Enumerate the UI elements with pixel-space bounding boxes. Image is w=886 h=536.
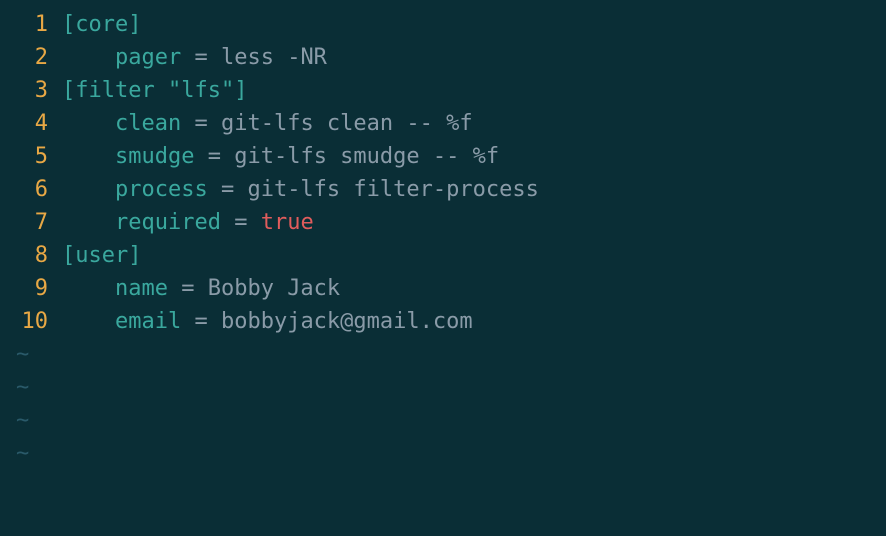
token-section-bracket: [core] (62, 12, 141, 37)
empty-line-tilde: ~ (4, 338, 882, 371)
token-value (62, 45, 115, 70)
tilde-icon: ~ (4, 371, 29, 404)
token-key: email (115, 309, 181, 334)
token-key: pager (115, 45, 181, 70)
line-number: 1 (4, 8, 62, 41)
line-content[interactable]: name = Bobby Jack (62, 272, 340, 305)
code-line[interactable]: 8[user] (4, 239, 882, 272)
token-value: git-lfs clean -- %f (221, 111, 473, 136)
token-section-bracket: [filter (62, 78, 168, 103)
token-equals: = (181, 45, 221, 70)
code-line[interactable]: 6 process = git-lfs filter-process (4, 173, 882, 206)
line-content[interactable]: required = true (62, 206, 314, 239)
token-bool-true: true (261, 210, 314, 235)
line-number: 10 (4, 305, 62, 338)
line-number: 2 (4, 41, 62, 74)
tilde-icon: ~ (4, 437, 29, 470)
token-value: Bobby Jack (208, 276, 340, 301)
code-line[interactable]: 10 email = bobbyjack@gmail.com (4, 305, 882, 338)
line-number: 6 (4, 173, 62, 206)
line-number: 8 (4, 239, 62, 272)
line-content[interactable]: smudge = git-lfs smudge -- %f (62, 140, 499, 173)
token-equals: = (168, 276, 208, 301)
token-equals: = (208, 177, 248, 202)
token-value: bobbyjack@gmail.com (221, 309, 473, 334)
token-section-bracket: [user] (62, 243, 141, 268)
empty-line-tilde: ~ (4, 437, 882, 470)
code-line[interactable]: 7 required = true (4, 206, 882, 239)
line-content[interactable]: email = bobbyjack@gmail.com (62, 305, 473, 338)
token-equals: = (181, 111, 221, 136)
token-key: clean (115, 111, 181, 136)
token-value (62, 177, 115, 202)
code-line[interactable]: 9 name = Bobby Jack (4, 272, 882, 305)
token-equals: = (221, 210, 261, 235)
line-number: 5 (4, 140, 62, 173)
code-line[interactable]: 5 smudge = git-lfs smudge -- %f (4, 140, 882, 173)
token-value (62, 144, 115, 169)
token-value (62, 309, 115, 334)
line-number: 3 (4, 74, 62, 107)
token-equals: = (181, 309, 221, 334)
line-content[interactable]: process = git-lfs filter-process (62, 173, 539, 206)
code-line[interactable]: 4 clean = git-lfs clean -- %f (4, 107, 882, 140)
code-line[interactable]: 2 pager = less -NR (4, 41, 882, 74)
token-value (62, 210, 115, 235)
line-content[interactable]: [filter "lfs"] (62, 74, 247, 107)
token-value: git-lfs filter-process (247, 177, 538, 202)
line-content[interactable]: clean = git-lfs clean -- %f (62, 107, 473, 140)
token-key: required (115, 210, 221, 235)
line-number: 4 (4, 107, 62, 140)
token-value (62, 276, 115, 301)
token-key: smudge (115, 144, 194, 169)
tilde-icon: ~ (4, 404, 29, 437)
line-content[interactable]: [core] (62, 8, 141, 41)
code-line[interactable]: 1[core] (4, 8, 882, 41)
code-line[interactable]: 3[filter "lfs"] (4, 74, 882, 107)
token-section-bracket: ] (234, 78, 247, 103)
token-equals: = (194, 144, 234, 169)
token-value: git-lfs smudge -- %f (234, 144, 499, 169)
token-section-string: "lfs" (168, 78, 234, 103)
line-content[interactable]: pager = less -NR (62, 41, 327, 74)
line-number: 9 (4, 272, 62, 305)
line-content[interactable]: [user] (62, 239, 141, 272)
token-key: name (115, 276, 168, 301)
token-value: less -NR (221, 45, 327, 70)
token-key: process (115, 177, 208, 202)
empty-line-tilde: ~ (4, 371, 882, 404)
line-number: 7 (4, 206, 62, 239)
empty-line-tilde: ~ (4, 404, 882, 437)
tilde-icon: ~ (4, 338, 29, 371)
vim-editor[interactable]: 1[core]2 pager = less -NR3[filter "lfs"]… (4, 8, 882, 470)
token-value (62, 111, 115, 136)
